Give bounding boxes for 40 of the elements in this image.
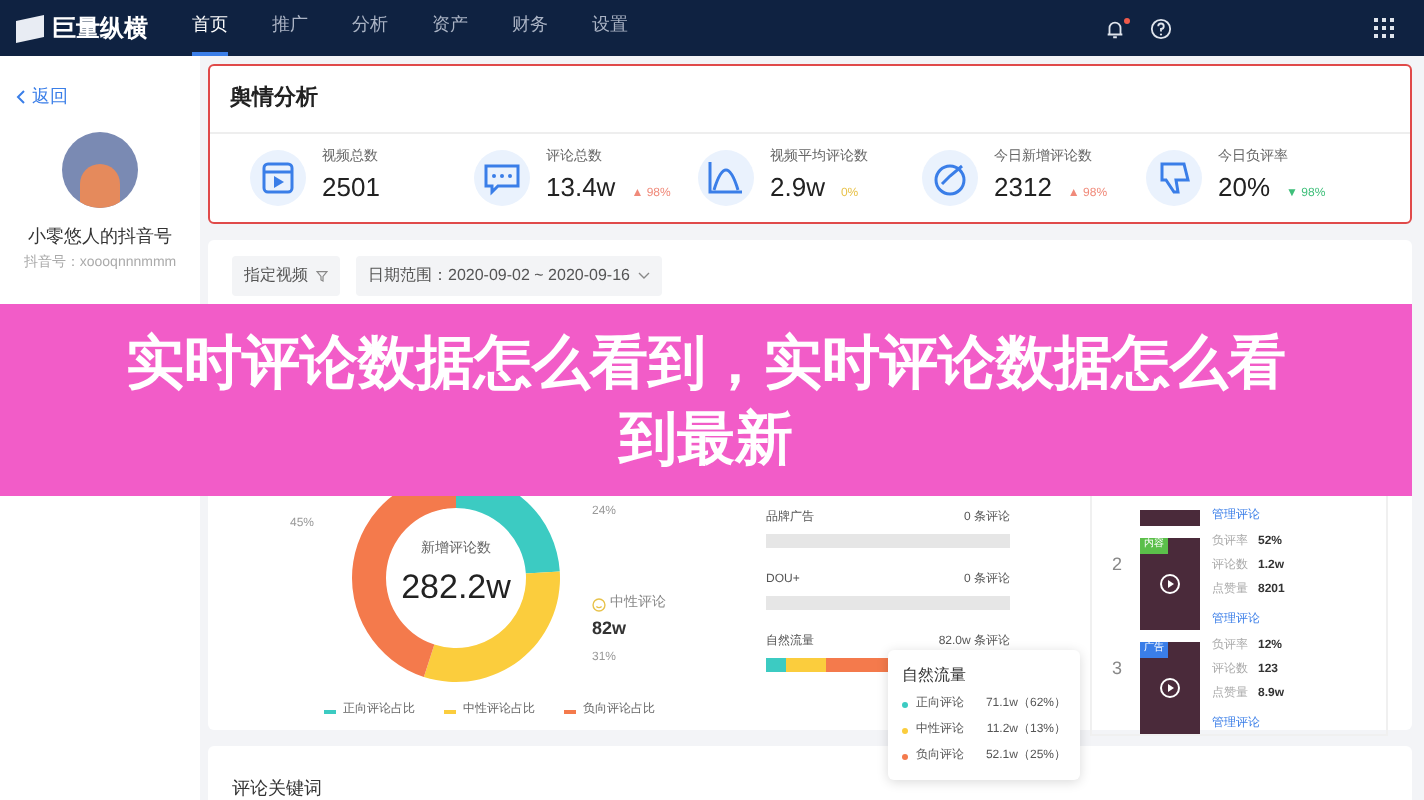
curve-icon	[698, 149, 754, 206]
filter-icon	[316, 270, 328, 282]
stat-value: 13.4w	[546, 170, 616, 207]
growth-icon	[922, 149, 978, 206]
stat-value: 2312	[994, 170, 1052, 207]
nav-tab[interactable]: 设置	[592, 0, 628, 56]
back-link[interactable]: 返回	[32, 84, 68, 111]
account-name: 小零悠人的抖音号	[26, 223, 174, 249]
nav-tab[interactable]: 推广	[272, 0, 308, 56]
video-thumbnail[interactable]	[1140, 510, 1200, 526]
donut-center-value: 282.2w	[401, 565, 511, 609]
banner-title: 到最新	[619, 402, 793, 476]
smiley-icon	[592, 597, 606, 612]
nav-tab[interactable]: 财务	[512, 0, 548, 56]
comment-icon	[474, 149, 530, 206]
help-icon[interactable]	[1150, 17, 1172, 39]
tooltip-title: 自然流量	[902, 664, 968, 688]
chevron-down-icon	[637, 272, 650, 280]
apps-grid-icon[interactable]	[1372, 16, 1396, 40]
date-range-filter[interactable]: 日期范围：2020-09-02 ~ 2020-09-16	[356, 256, 662, 296]
video-filter[interactable]: 指定视频	[232, 256, 340, 296]
stat-value: 2501	[322, 170, 380, 207]
logo: 巨量纵横	[52, 12, 148, 46]
rank-number: 2	[1112, 554, 1123, 574]
banner-title: 实时评论数据怎么看到，实时评论数据怎么看	[126, 326, 1286, 400]
stat-value: 2.9w	[770, 170, 825, 207]
nav-tab[interactable]: 资产	[432, 0, 468, 56]
avatar	[62, 131, 138, 207]
dislike-icon	[1146, 149, 1202, 206]
video-icon	[250, 149, 306, 206]
nav-tab[interactable]: 分析	[352, 0, 388, 56]
card-title: 舆情分析	[210, 66, 1410, 133]
rank-number: 3	[1112, 658, 1123, 678]
card-title: 评论关键词	[232, 778, 322, 798]
logo-icon	[16, 14, 44, 42]
callout-value: 82w	[592, 615, 629, 641]
play-icon	[1160, 574, 1180, 594]
bell-icon[interactable]	[1104, 17, 1126, 39]
play-icon	[1160, 678, 1180, 698]
stat-value: 20%	[1218, 170, 1271, 207]
